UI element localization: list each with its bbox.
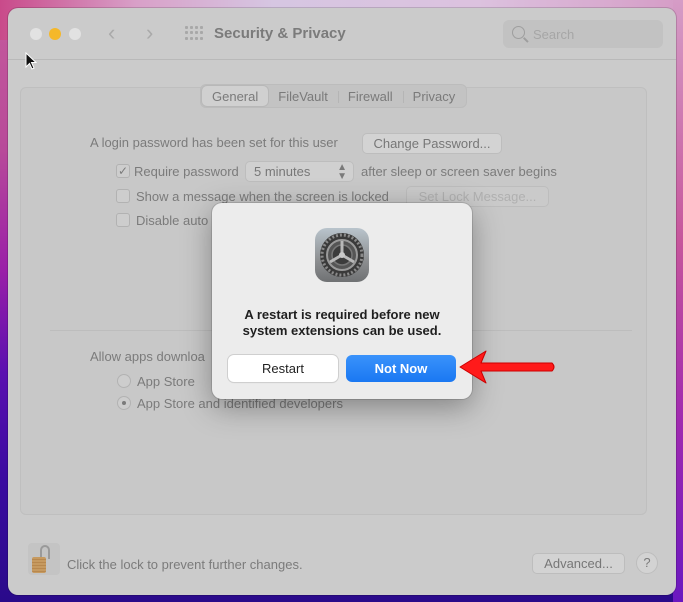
tab-filevault[interactable]: FileVault xyxy=(268,86,338,106)
change-password-button[interactable]: Change Password... xyxy=(362,133,502,154)
radio-app-store-label: App Store xyxy=(137,374,195,389)
zoom-button[interactable] xyxy=(69,28,81,40)
search-icon xyxy=(512,26,525,39)
restart-button[interactable]: Restart xyxy=(228,355,338,382)
require-password-checkbox[interactable]: ✓ xyxy=(116,164,130,178)
tab-firewall[interactable]: Firewall xyxy=(337,86,403,106)
red-annotation-arrow-icon xyxy=(459,350,555,384)
dialog-message-line1: A restart is required before new xyxy=(244,307,440,322)
disable-auto-login-checkbox[interactable] xyxy=(116,213,130,227)
radio-app-store[interactable] xyxy=(117,374,131,388)
not-now-button[interactable]: Not Now xyxy=(346,355,456,382)
allow-apps-label: Allow apps downloa xyxy=(90,349,205,364)
disable-auto-login-label: Disable auto xyxy=(136,213,209,228)
updown-chevron-icon: ▲ ▼ xyxy=(337,162,347,182)
advanced-button[interactable]: Advanced... xyxy=(532,553,625,574)
search-placeholder: Search xyxy=(533,27,575,42)
tab-privacy[interactable]: Privacy xyxy=(402,86,466,106)
close-button[interactable] xyxy=(30,28,42,40)
lock-hint-text: Click the lock to prevent further change… xyxy=(67,557,303,572)
radio-app-store-identified[interactable] xyxy=(117,396,131,410)
title-bar: ‹ › Security & Privacy Search xyxy=(8,8,676,60)
show-message-label: Show a message when the screen is locked xyxy=(136,189,389,204)
require-password-suffix: after sleep or screen saver begins xyxy=(361,164,557,179)
search-input[interactable]: Search xyxy=(503,20,663,48)
show-message-checkbox[interactable] xyxy=(116,189,130,203)
minimize-button[interactable] xyxy=(49,28,61,40)
tab-bar: General FileVault Firewall Privacy xyxy=(200,84,468,108)
dialog-message: A restart is required before new system … xyxy=(212,307,472,339)
help-button[interactable]: ? xyxy=(636,552,658,574)
tab-general[interactable]: General xyxy=(202,86,269,106)
select-value: 5 minutes xyxy=(254,164,311,179)
back-chevron-icon[interactable]: ‹ xyxy=(108,22,115,44)
require-password-delay-select[interactable]: 5 minutes ▲ ▼ xyxy=(245,161,354,182)
window-title: Security & Privacy xyxy=(214,25,346,42)
system-preferences-gear-icon xyxy=(315,228,369,282)
lock-icon xyxy=(32,557,46,573)
restart-required-dialog: A restart is required before new system … xyxy=(212,203,472,399)
mouse-pointer-icon xyxy=(25,52,38,70)
login-password-label: A login password has been set for this u… xyxy=(90,135,338,150)
dialog-message-line2: system extensions can be used. xyxy=(242,323,442,338)
forward-chevron-icon[interactable]: › xyxy=(146,22,153,44)
require-password-label: Require password xyxy=(134,164,239,179)
show-all-grid-icon[interactable] xyxy=(185,26,203,40)
checkmark-icon: ✓ xyxy=(117,164,129,178)
lock-button[interactable] xyxy=(28,543,60,575)
